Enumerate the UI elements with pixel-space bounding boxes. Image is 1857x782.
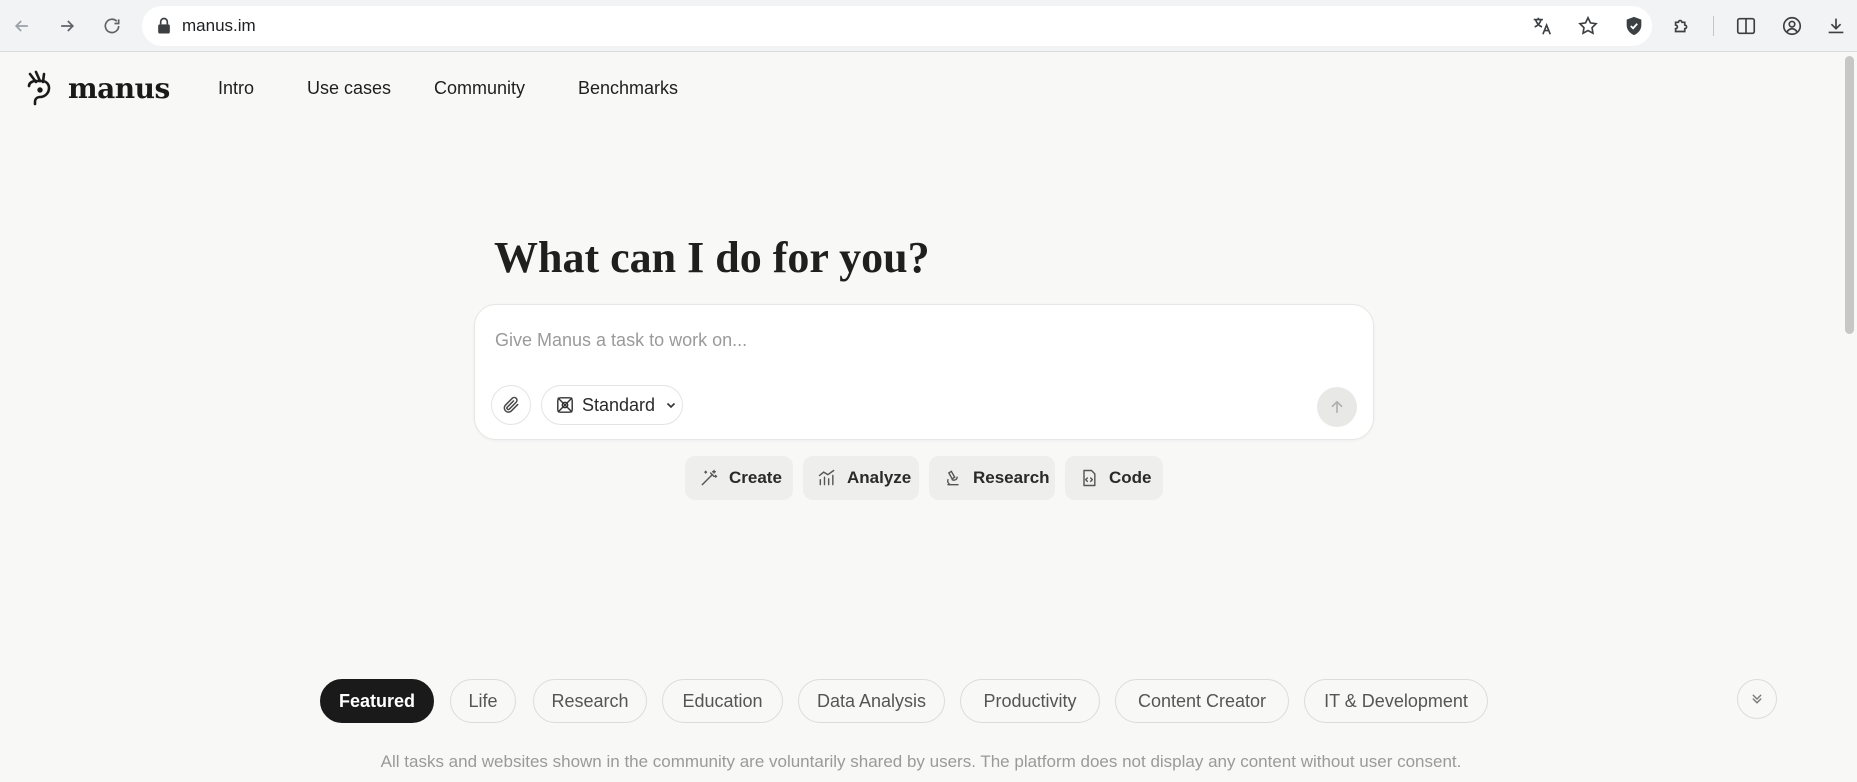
account-circle-icon [1782,16,1802,36]
nav-use-cases[interactable]: Use cases [307,78,391,102]
expand-categories-button[interactable] [1737,679,1777,719]
chevron-down-icon [666,402,676,409]
nav-community[interactable]: Community [434,78,525,102]
toolbar-divider [1713,16,1714,36]
category-education[interactable]: Education [662,679,783,723]
forward-button[interactable] [51,10,83,42]
profile-button[interactable] [1780,14,1804,38]
quick-action-label: Analyze [847,468,912,487]
arrow-left-icon [14,20,28,32]
category-featured[interactable]: Featured [320,679,434,723]
mode-label: Standard [582,394,656,415]
category-content-creator[interactable]: Content Creator [1115,679,1289,723]
page-title: What can I do for you? [494,233,930,282]
reload-icon [104,18,120,34]
translate-button[interactable] [1530,14,1554,38]
task-composer: Standard [474,304,1374,440]
nav-benchmarks[interactable]: Benchmarks [578,78,678,102]
lock-icon [158,17,170,34]
downloads-button[interactable] [1824,14,1848,38]
arrow-right-icon [61,20,75,32]
quick-action-label: Create [729,468,782,487]
nav-intro[interactable]: Intro [218,78,254,102]
puzzle-icon [1674,19,1688,33]
code-file-icon [1083,469,1096,487]
quick-action-label: Research [973,468,1050,487]
quick-action-label: Code [1109,468,1152,487]
scrollbar-thumb[interactable] [1845,56,1854,334]
page-scrollbar[interactable] [1842,52,1857,782]
attach-button[interactable] [491,385,531,425]
quick-action-create[interactable]: Create [685,456,793,500]
extensions-button[interactable] [1670,14,1694,38]
logo-wordmark: manus [68,71,170,105]
star-icon [1578,15,1598,35]
download-icon [1828,18,1844,34]
mode-selector[interactable]: Standard [541,385,683,425]
shield-icon [1626,16,1642,36]
reload-button[interactable] [96,10,128,42]
arrow-up-icon [1331,400,1343,414]
send-button[interactable] [1317,387,1357,427]
quick-action-analyze[interactable]: Analyze [803,456,919,500]
category-research[interactable]: Research [533,679,647,723]
browser-toolbar: manus.im [0,0,1857,52]
double-chevron-down-icon [1752,694,1762,704]
side-panel-button[interactable] [1734,14,1758,38]
microscope-icon [946,470,959,486]
translate-icon [1533,17,1552,35]
url-text: manus.im [182,16,256,35]
back-button[interactable] [6,10,38,42]
bookmark-button[interactable] [1576,14,1600,38]
category-productivity[interactable]: Productivity [960,679,1100,723]
category-it-development[interactable]: IT & Development [1304,679,1488,723]
manus-logo[interactable]: manus [24,68,170,108]
mode-grid-icon [557,397,573,413]
paperclip-icon [503,396,519,413]
community-disclaimer: All tasks and websites shown in the comm… [380,752,1462,771]
address-bar[interactable]: manus.im [142,6,1652,46]
category-data-analysis[interactable]: Data Analysis [798,679,945,723]
category-life[interactable]: Life [450,679,516,723]
shield-extension-button[interactable] [1622,14,1646,38]
manus-hand-icon [27,70,51,106]
quick-action-code[interactable]: Code [1065,456,1163,500]
chart-icon [818,469,835,486]
magic-wand-icon [701,469,718,486]
quick-action-research[interactable]: Research [929,456,1055,500]
side-panel-icon [1736,17,1756,35]
task-input[interactable] [495,323,1335,357]
